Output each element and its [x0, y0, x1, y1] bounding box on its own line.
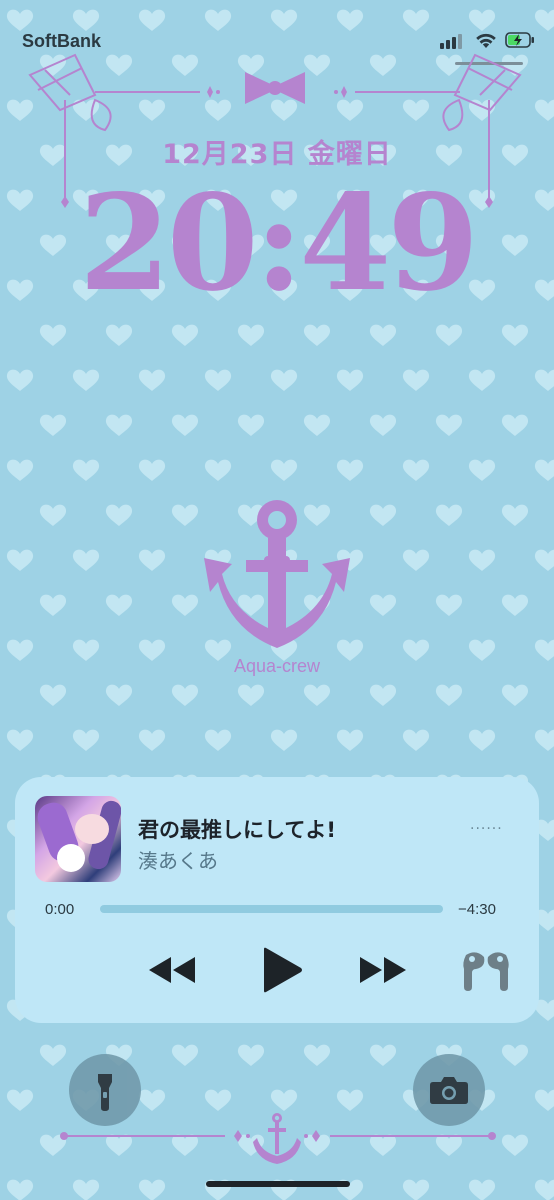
now-playing-widget[interactable]: 君の最推しにしてよ! 湊あくあ ······ 0:00 −4:30 — [15, 777, 539, 1023]
bottom-anchor-decoration — [60, 1113, 496, 1164]
wallpaper-caption: Aqua-crew — [233, 656, 321, 676]
more-options-icon[interactable]: ······ — [470, 821, 503, 837]
play-icon[interactable] — [260, 947, 304, 993]
airpods-icon[interactable] — [458, 949, 514, 991]
remaining-time: −4:30 — [458, 901, 496, 918]
fast-forward-icon[interactable] — [358, 955, 408, 985]
track-title[interactable]: 君の最推しにしてよ! — [138, 814, 336, 844]
elapsed-time: 0:00 — [45, 901, 75, 918]
rewind-icon[interactable] — [147, 955, 197, 985]
track-artist[interactable]: 湊あくあ — [138, 845, 218, 874]
artwork-glove-shape — [57, 844, 85, 872]
home-indicator[interactable] — [206, 1181, 350, 1187]
artwork-face-shape — [75, 814, 109, 844]
album-artwork[interactable] — [35, 796, 121, 882]
playback-scrubber[interactable] — [100, 905, 443, 913]
anchor-icon — [204, 500, 350, 648]
lock-screen-clock: 20:49 — [78, 166, 479, 321]
